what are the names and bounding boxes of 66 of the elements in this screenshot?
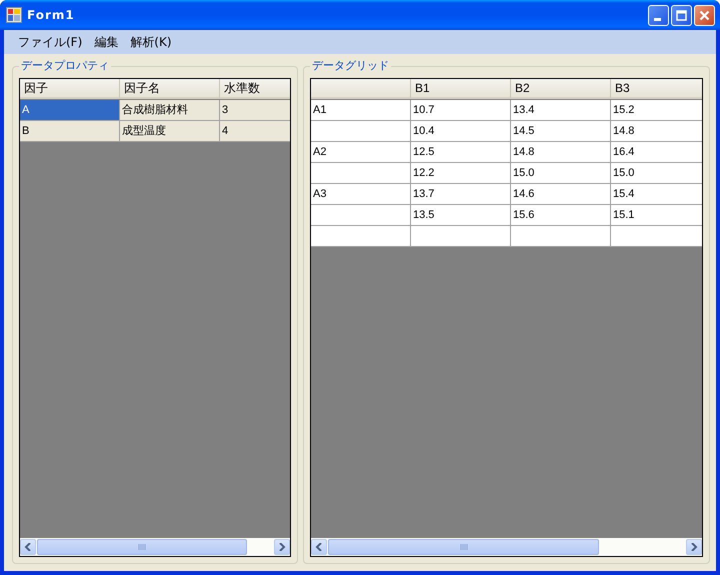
- table-cell: 4: [220, 121, 290, 142]
- chevron-left-icon: [315, 543, 323, 551]
- window-title: Form1: [27, 8, 76, 22]
- table-cell[interactable]: [311, 226, 411, 247]
- table-cell: 15.4: [611, 184, 702, 205]
- group-title: データプロパティ: [19, 59, 111, 73]
- table-cell: 15.2: [611, 100, 702, 121]
- table-cell: 14.8: [611, 121, 702, 142]
- table-cell: 13.4: [511, 100, 611, 121]
- data-grid[interactable]: 因子 因子名 水準数 A 合成樹脂材料 3 B 成型温度 4: [19, 78, 291, 557]
- table-cell: 15.0: [611, 163, 702, 184]
- table-cell: A2: [311, 142, 411, 163]
- menu-item[interactable]: 編集: [88, 32, 124, 52]
- table-cell: 15.0: [511, 163, 611, 184]
- table-cell: 12.5: [411, 142, 511, 163]
- table-cell: 14.8: [511, 142, 611, 163]
- table-cell: 10.4: [411, 121, 511, 142]
- maximize-icon: [676, 10, 687, 20]
- menu-item[interactable]: ファイル(F): [12, 32, 88, 52]
- table-cell: 14.6: [511, 184, 611, 205]
- scroll-right-button[interactable]: [686, 539, 702, 555]
- menu-item[interactable]: 解析(K): [124, 32, 178, 52]
- grip-icon: [460, 544, 468, 550]
- table-cell[interactable]: [411, 226, 511, 247]
- minimize-button[interactable]: [648, 4, 669, 26]
- scroll-thumb[interactable]: [37, 539, 248, 555]
- table-cell: 合成樹脂材料: [120, 100, 220, 121]
- scroll-left-button[interactable]: [20, 539, 36, 555]
- chevron-right-icon: [278, 543, 286, 551]
- column-header[interactable]: B3: [611, 79, 702, 99]
- scroll-right-button[interactable]: [274, 539, 290, 555]
- scroll-left-button[interactable]: [311, 539, 327, 555]
- table-cell: A1: [311, 100, 411, 121]
- scroll-thumb[interactable]: [328, 539, 600, 555]
- minimize-icon: [654, 18, 660, 20]
- column-header[interactable]: 因子: [20, 79, 120, 99]
- table-cell: 12.2: [411, 163, 511, 184]
- table-cell: 13.7: [411, 184, 511, 205]
- table-cell: A3: [311, 184, 411, 205]
- table-cell: A: [20, 100, 120, 121]
- chevron-right-icon: [690, 543, 698, 551]
- chevron-left-icon: [24, 543, 32, 551]
- horizontal-scrollbar[interactable]: [20, 538, 290, 556]
- close-button[interactable]: [694, 4, 715, 26]
- column-header[interactable]: 因子名: [120, 79, 220, 99]
- close-icon: [699, 10, 710, 20]
- group-title: データグリッド: [310, 59, 391, 73]
- data-grid[interactable]: B1 B2 B3 A1 10.7 13.4 15.2 10.4 14.5 14.8 A2 12.5 14.8 16.4 12.2 15.0 15.0 A3 13.7 14.6 15.4 13.5 15.6 15.1: [310, 78, 703, 557]
- table-cell[interactable]: [511, 226, 611, 247]
- table-cell: 10.7: [411, 100, 511, 121]
- table-cell: 14.5: [511, 121, 611, 142]
- maximize-button[interactable]: [671, 4, 692, 26]
- grip-icon: [138, 544, 146, 550]
- table-cell: 15.1: [611, 205, 702, 226]
- column-header[interactable]: 水準数: [220, 79, 290, 99]
- table-cell: 13.5: [411, 205, 511, 226]
- horizontal-scrollbar[interactable]: [311, 538, 702, 556]
- table-cell[interactable]: [611, 226, 702, 247]
- table-cell: 16.4: [611, 142, 702, 163]
- table-cell: 成型温度: [120, 121, 220, 142]
- table-cell: 3: [220, 100, 290, 121]
- column-header[interactable]: B1: [411, 79, 511, 99]
- column-header[interactable]: B2: [511, 79, 611, 99]
- table-cell: B: [20, 121, 120, 142]
- table-cell: 15.6: [511, 205, 611, 226]
- app-icon: [6, 7, 22, 23]
